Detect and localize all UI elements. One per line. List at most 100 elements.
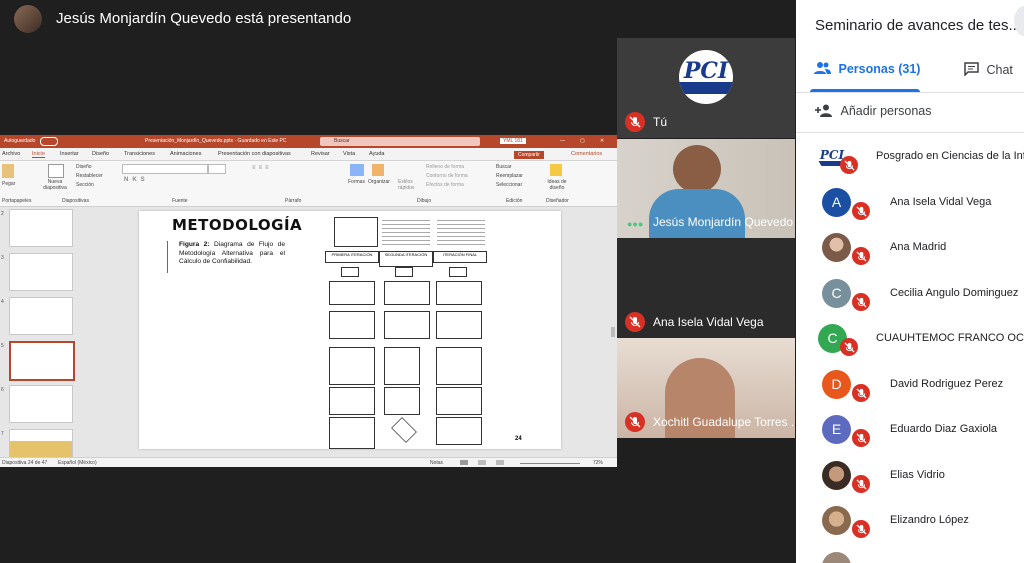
list-item[interactable]: Elias Vidrio <box>796 453 1024 498</box>
flow-box <box>329 347 375 385</box>
arrange-icon[interactable] <box>372 164 384 176</box>
list-item[interactable]: Elizandro López <box>796 498 1024 543</box>
font-size-select[interactable] <box>208 164 226 174</box>
replace-button[interactable]: Reemplazar <box>496 173 523 179</box>
paste-icon[interactable] <box>2 164 14 178</box>
new-slide-label[interactable]: Nueva diapositiva <box>40 179 70 191</box>
tile-jesus[interactable]: ●●● Jesús Monjardín Quevedo <box>617 139 795 238</box>
slide-thumbnail-selected[interactable] <box>9 341 75 381</box>
flow-header-3: ITERACIÓN FINAL <box>433 251 487 263</box>
list-item[interactable]: C Cecilia Angulo Dominguez <box>796 271 1024 316</box>
close-icon[interactable]: ✕ <box>600 138 604 144</box>
flow-box <box>436 417 482 445</box>
comments-button[interactable]: Comentarios <box>571 151 602 157</box>
mic-off-icon <box>840 156 858 174</box>
list-item[interactable]: D David Rodriguez Perez <box>796 362 1024 407</box>
notes-button[interactable]: Notas <box>430 460 443 466</box>
outline-button[interactable]: Contorno de forma <box>426 173 468 179</box>
list-item[interactable]: A Ana Isela Vidal Vega <box>796 180 1024 225</box>
zoom-slider[interactable] <box>520 463 580 464</box>
ppt-status-bar: Diapositiva 24 de 47 Español (México) No… <box>0 457 617 467</box>
tab-people[interactable]: Personas (31) <box>814 62 920 76</box>
list-item[interactable]: Ana Madrid <box>796 225 1024 270</box>
layout-button[interactable]: Diseño <box>76 164 92 170</box>
section-button[interactable]: Sección <box>76 182 94 188</box>
mic-off-icon <box>625 112 645 132</box>
mic-off-icon <box>852 293 870 311</box>
language[interactable]: Español (México) <box>58 460 97 466</box>
slide-thumbnail[interactable] <box>9 297 73 335</box>
add-people-label: Añadir personas <box>840 104 932 118</box>
fill-button[interactable]: Relleno de forma <box>426 164 464 170</box>
effects-button[interactable]: Efectos de forma <box>426 182 464 188</box>
tab-ayuda[interactable]: Ayuda <box>369 151 385 157</box>
organization-logo: PCI <box>679 50 733 104</box>
flow-notes <box>382 217 430 245</box>
tab-animaciones[interactable]: Animaciones <box>170 151 202 157</box>
group-editing: Edición <box>506 198 523 204</box>
autosave-toggle[interactable] <box>40 137 58 146</box>
font-format-icons[interactable]: NKS <box>124 177 149 183</box>
tab-chat[interactable]: Chat <box>964 62 1013 77</box>
thumb-number: 2 <box>1 211 4 217</box>
ppt-menu: Archivo Inicio Insertar Diseño Transicio… <box>0 148 617 161</box>
paste-label[interactable]: Pegar <box>2 181 15 187</box>
tab-archivo[interactable]: Archivo <box>2 151 20 157</box>
group-drawing: Dibujo <box>417 198 432 204</box>
ideas-icon[interactable] <box>550 164 562 176</box>
presenter-status: Jesús Monjardín Quevedo está presentando <box>56 10 352 27</box>
shapes-icon[interactable] <box>350 164 364 176</box>
quick-styles-label[interactable]: Estilos rápidos <box>398 179 416 191</box>
normal-view-icon[interactable] <box>460 460 468 465</box>
share-button[interactable]: Compartir <box>514 151 544 159</box>
tab-diseno[interactable]: Diseño <box>92 151 109 157</box>
sorter-view-icon[interactable] <box>478 460 486 465</box>
ideas-label[interactable]: Ideas de diseño <box>545 179 569 191</box>
reset-button[interactable]: Restablecer <box>76 173 103 179</box>
slide-thumbnail[interactable] <box>9 253 73 291</box>
tile-ana[interactable]: Ana Isela Vidal Vega <box>617 238 795 338</box>
slide-heading: METODOLOGÍA <box>172 216 303 234</box>
flow-header-2: SEGUNDA ITERACIÓN <box>379 251 433 267</box>
paragraph-icons[interactable]: ≡≡≡ <box>252 165 272 171</box>
participant-video-body <box>649 189 745 238</box>
autosave-label: Autoguardado <box>4 138 36 144</box>
list-item[interactable]: C CUAUHTEMOC FRANCO OCHOA <box>796 316 1024 361</box>
tile-xochitl[interactable]: Xochitl Guadalupe Torres ... <box>617 338 795 438</box>
tab-transiciones[interactable]: Transiciones <box>124 151 155 157</box>
shapes-label[interactable]: Formas <box>348 179 365 185</box>
tab-inicio[interactable]: Inicio <box>32 151 45 158</box>
ppt-search-box[interactable]: Buscar <box>320 137 480 146</box>
shared-screen: Autoguardado Presentación_Monjardín_Quev… <box>0 135 617 467</box>
zoom-level[interactable]: 72% <box>593 460 603 466</box>
top-bar: Jesús Monjardín Quevedo está presentando <box>0 0 796 40</box>
vertical-scrollbar[interactable] <box>611 327 615 337</box>
tab-vista[interactable]: Vista <box>343 151 355 157</box>
font-family-select[interactable] <box>122 164 208 174</box>
avatar <box>822 506 851 535</box>
avatar <box>822 461 851 490</box>
slide-thumbnail[interactable] <box>9 385 73 423</box>
list-item[interactable]: PCI Posgrado en Ciencias de la Inf... <box>796 134 1024 179</box>
tab-presentacion[interactable]: Presentación con diapositivas <box>218 151 291 157</box>
add-people-button[interactable]: Añadir personas <box>815 104 932 118</box>
person-name: Posgrado en Ciencias de la Inf... <box>876 150 1024 162</box>
avatar: D <box>822 370 851 399</box>
find-button[interactable]: Buscar <box>496 164 512 170</box>
list-item[interactable]: E Eduardo Diaz Gaxiola <box>796 407 1024 452</box>
mic-off-icon <box>852 202 870 220</box>
new-slide-icon[interactable] <box>48 164 64 178</box>
ppt-ribbon: Pegar Nueva diapositiva Diseño Restablec… <box>0 161 617 207</box>
arrange-label[interactable]: Organizar <box>368 179 390 185</box>
flow-box <box>436 347 482 385</box>
current-slide: METODOLOGÍA Figura 2: Diagrama de Flujo … <box>139 211 561 449</box>
maximize-icon[interactable]: ▢ <box>580 138 585 144</box>
tab-insertar[interactable]: Insertar <box>60 151 79 157</box>
tile-self[interactable]: PCI Tú <box>617 38 795 138</box>
tab-revisar[interactable]: Revisar <box>311 151 330 157</box>
minimize-icon[interactable]: — <box>560 138 565 144</box>
select-button[interactable]: Seleccionar <box>496 182 522 188</box>
slide-thumbnail[interactable] <box>9 209 73 247</box>
user-tag[interactable]: YML 181 <box>500 138 526 144</box>
reading-view-icon[interactable] <box>496 460 504 465</box>
